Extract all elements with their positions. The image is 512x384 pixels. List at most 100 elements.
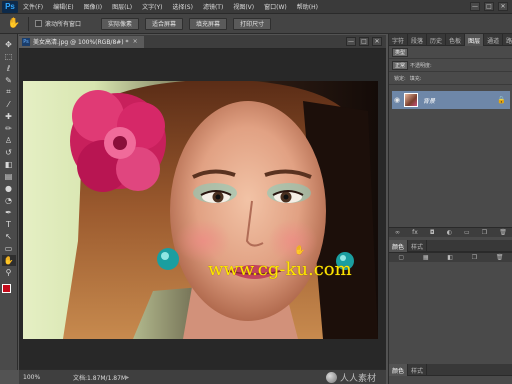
- panel-icon[interactable]: ◧: [447, 254, 453, 261]
- menu-view[interactable]: 视图(V): [228, 2, 259, 11]
- layer-kind-select[interactable]: 类型: [392, 47, 409, 57]
- quick-select-icon[interactable]: ✎: [2, 75, 16, 86]
- menu-layer[interactable]: 图层(L): [107, 2, 137, 11]
- layer-thumbnail: [404, 93, 418, 107]
- blur-icon[interactable]: ●: [2, 183, 16, 194]
- scroll-all-label: 滚动所有窗口: [45, 21, 82, 28]
- tab-layers[interactable]: 图层: [465, 34, 485, 46]
- move-icon[interactable]: ✥: [2, 39, 16, 50]
- lock-label: 锁定:: [394, 75, 406, 82]
- history-brush-icon[interactable]: ↺: [2, 147, 16, 158]
- ps-document-icon: Ps: [22, 37, 30, 46]
- blend-mode-select[interactable]: 正常: [392, 60, 409, 70]
- color-swatches[interactable]: [1, 284, 17, 298]
- portrait-photo[interactable]: www.cg-ku.com ✋: [23, 81, 378, 339]
- flower-accessory: [70, 90, 166, 192]
- marquee-icon[interactable]: ⬚: [2, 51, 16, 62]
- foreground-color-swatch[interactable]: [1, 284, 11, 293]
- folder-icon[interactable]: ▭: [464, 229, 470, 236]
- fill-label: 填充:: [409, 75, 422, 82]
- brand-logo-icon: [325, 371, 337, 383]
- menu-type[interactable]: 文字(Y): [137, 2, 167, 11]
- document-title: 美女高清.jpg @ 100%(RGB/8#) *: [33, 39, 129, 46]
- menu-window[interactable]: 窗口(W): [259, 2, 292, 11]
- panel-icon[interactable]: ▦: [423, 254, 429, 261]
- zoom-level[interactable]: 100%: [19, 374, 49, 381]
- layer-row-background[interactable]: ◉ 背景 🔒: [392, 91, 510, 109]
- new-layer-icon[interactable]: ❐: [482, 229, 487, 236]
- menu-edit[interactable]: 编辑(E): [48, 2, 78, 11]
- menu-bar: Ps 文件(F) 编辑(E) 图像(I) 图层(L) 文字(Y) 选择(S) 滤…: [0, 0, 512, 14]
- maximize-button[interactable]: □: [484, 2, 494, 11]
- doc-close-button[interactable]: ✕: [372, 37, 382, 46]
- tab-paths[interactable]: 路径: [503, 34, 512, 46]
- panel-icon[interactable]: ▢: [398, 254, 404, 261]
- lasso-icon[interactable]: ℓ: [2, 63, 16, 74]
- pen-icon[interactable]: ✒: [2, 207, 16, 218]
- menu-file[interactable]: 文件(F): [18, 2, 48, 11]
- layer-name[interactable]: 背景: [423, 96, 435, 105]
- menu-filter[interactable]: 滤镜(T): [198, 2, 228, 11]
- fx-icon[interactable]: fx: [412, 229, 418, 236]
- adjustment-icon[interactable]: ◐: [447, 229, 452, 236]
- tab-paragraph[interactable]: 段落: [408, 34, 428, 46]
- tab-styles[interactable]: 样式: [408, 240, 428, 252]
- trash-icon[interactable]: 🗑: [499, 229, 507, 236]
- opacity-label: 不透明度:: [410, 62, 432, 69]
- fit-screen-button[interactable]: 适合屏幕: [145, 17, 184, 30]
- document-window-controls: — □ ✕: [346, 37, 386, 46]
- zoom-icon[interactable]: ⚲: [2, 267, 16, 278]
- tab-color-2[interactable]: 颜色: [389, 364, 409, 376]
- link-icon[interactable]: ∞: [395, 229, 400, 236]
- dodge-icon[interactable]: ◔: [2, 195, 16, 206]
- shape-icon[interactable]: ▭: [2, 243, 16, 254]
- options-bar: ✋ 滚动所有窗口 实际像素 适合屏幕 填充屏幕 打印尺寸: [0, 14, 512, 34]
- status-menu-icon[interactable]: ▸: [126, 374, 136, 381]
- path-select-icon[interactable]: ↖: [2, 231, 16, 242]
- tab-swatches[interactable]: 色板: [446, 34, 466, 46]
- close-button[interactable]: ✕: [498, 2, 508, 11]
- tab-character[interactable]: 字符: [389, 34, 409, 46]
- hand-icon[interactable]: ✋: [6, 17, 22, 31]
- type-icon[interactable]: T: [2, 219, 16, 230]
- eyedropper-icon[interactable]: ⁄: [2, 99, 16, 110]
- tab-channels[interactable]: 通道: [484, 34, 504, 46]
- panels-dock: 字符 段落 历史 色板 图层 通道 路径 类型 正常 不透明度: 锁定: 填充:…: [388, 34, 512, 384]
- menu-help[interactable]: 帮助(H): [292, 2, 323, 11]
- toolbox: ✥ ⬚ ℓ ✎ ⌗ ⁄ ✚ ✏ ♙ ↺ ◧ ▤ ● ◔ ✒ T ↖ ▭ ✋ ⚲: [0, 34, 18, 370]
- eraser-icon[interactable]: ◧: [2, 159, 16, 170]
- brand-name: 人人素材: [339, 373, 376, 384]
- tab-color[interactable]: 颜色: [389, 240, 409, 252]
- actual-pixels-button[interactable]: 实际像素: [101, 17, 140, 30]
- lock-icon: 🔒: [497, 96, 506, 104]
- healing-icon[interactable]: ✚: [2, 111, 16, 122]
- canvas-area[interactable]: www.cg-ku.com ✋: [19, 49, 386, 369]
- brush-icon[interactable]: ✏: [2, 123, 16, 134]
- new-layer-icon[interactable]: ❐: [472, 254, 477, 261]
- fill-screen-button[interactable]: 填充屏幕: [189, 17, 228, 30]
- hand-icon[interactable]: ✋: [1, 254, 16, 266]
- style-panel-tabs: 颜色 样式: [389, 364, 512, 376]
- tab-history[interactable]: 历史: [427, 34, 447, 46]
- trash-icon[interactable]: 🗑: [496, 254, 504, 261]
- gradient-icon[interactable]: ▤: [2, 171, 16, 182]
- tab-styles-2[interactable]: 样式: [408, 364, 428, 376]
- document-tab[interactable]: Ps 美女高清.jpg @ 100%(RGB/8#) * ×: [19, 35, 144, 48]
- scroll-all-checkbox[interactable]: [35, 20, 42, 27]
- layer-filter-row: 类型: [389, 46, 512, 59]
- doc-restore-button[interactable]: □: [359, 37, 369, 46]
- app-logo: Ps: [2, 0, 18, 13]
- mask-icon[interactable]: ◘: [430, 229, 435, 236]
- color-panel-tabs: 颜色 样式: [389, 240, 512, 252]
- crop-icon[interactable]: ⌗: [2, 87, 16, 98]
- color-panel-footer: ▢ ▦ ◧ ❐ 🗑: [389, 252, 512, 262]
- print-size-button[interactable]: 打印尺寸: [233, 17, 272, 30]
- stamp-icon[interactable]: ♙: [2, 135, 16, 146]
- brand-watermark: 人人素材: [325, 371, 376, 384]
- eye-icon[interactable]: ◉: [392, 96, 402, 104]
- menu-image[interactable]: 图像(I): [79, 2, 107, 11]
- minimize-button[interactable]: —: [470, 2, 480, 11]
- doc-minimize-button[interactable]: —: [346, 37, 356, 46]
- close-tab-icon[interactable]: ×: [133, 38, 138, 45]
- menu-select[interactable]: 选择(S): [167, 2, 198, 11]
